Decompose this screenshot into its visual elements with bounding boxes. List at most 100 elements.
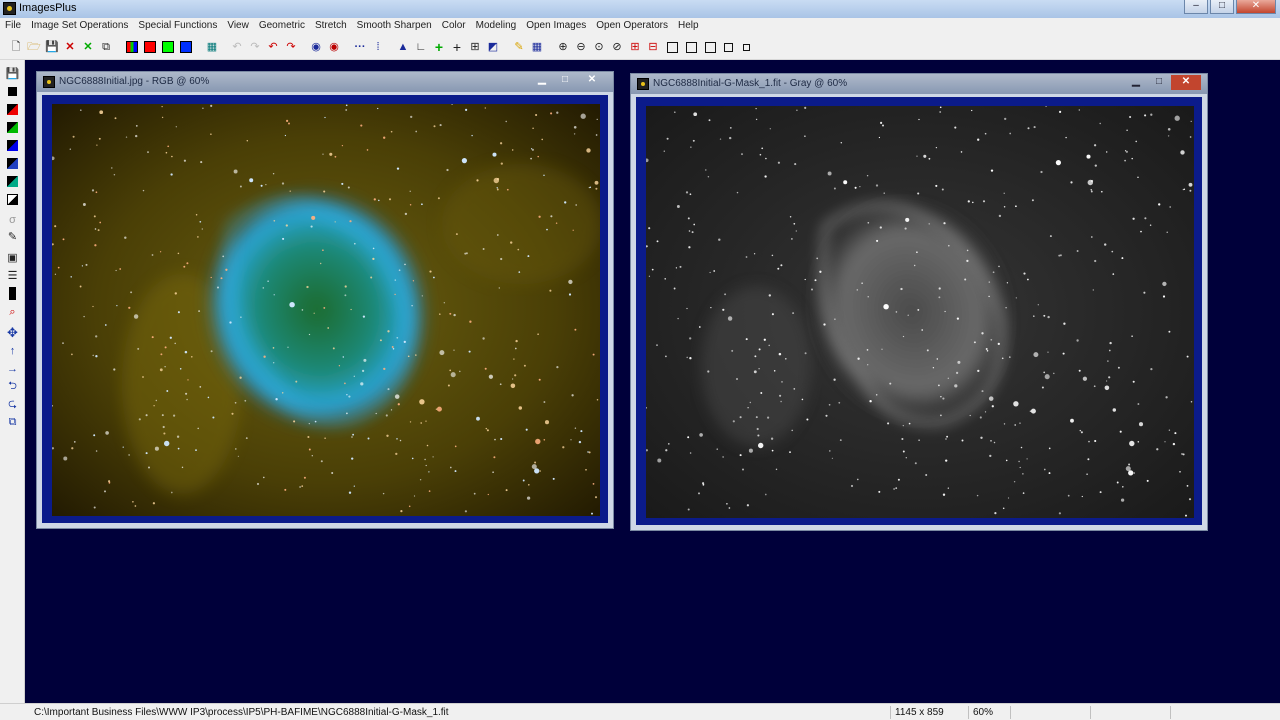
frame-c-icon[interactable]: [702, 39, 718, 55]
status-zoom: 60%: [968, 706, 1010, 719]
fit-icon[interactable]: ⧉: [5, 415, 20, 430]
app-title: ImagesPlus: [19, 2, 77, 14]
window-maximize-button[interactable]: □: [554, 73, 576, 88]
blue-black-icon[interactable]: [5, 138, 20, 153]
window-icon: [637, 78, 649, 90]
window-caption[interactable]: NGC6888Initial-G-Mask_1.fit - Gray @ 60%…: [631, 74, 1207, 94]
status-cell-empty: [1010, 706, 1090, 719]
black-square-icon[interactable]: [5, 84, 20, 99]
save-icon[interactable]: 💾: [44, 39, 60, 55]
frame-e-icon[interactable]: [738, 39, 754, 55]
edit-icon[interactable]: ✎: [5, 229, 20, 244]
open-icon[interactable]: 🗁: [26, 39, 42, 55]
window-minimize-button[interactable]: ▁: [531, 73, 553, 88]
subtract-icon[interactable]: ⊟: [645, 39, 661, 55]
blue-channel-icon[interactable]: [178, 39, 194, 55]
red-channel-icon[interactable]: [142, 39, 158, 55]
zoom-region-icon[interactable]: ⌕: [5, 305, 20, 320]
arrow-right-icon[interactable]: →: [5, 361, 20, 376]
menu-file[interactable]: File: [0, 18, 26, 34]
mdi-workspace: NGC6888Initial.jpg - RGB @ 60% ▁ □ ✕ NGC…: [25, 60, 1280, 703]
table-icon[interactable]: ⊞: [467, 39, 483, 55]
paint-icon[interactable]: ◩: [485, 39, 501, 55]
circle-fill-icon[interactable]: ◉: [326, 39, 342, 55]
angle-icon[interactable]: ∟: [413, 39, 429, 55]
window-icon: [43, 76, 55, 88]
window-title: NGC6888Initial.jpg - RGB @ 60%: [59, 76, 210, 87]
menu-open-images[interactable]: Open Images: [521, 18, 591, 34]
app-icon: [3, 2, 16, 15]
frame-d-icon[interactable]: [720, 39, 736, 55]
menu-open-operators[interactable]: Open Operators: [591, 18, 673, 34]
undo-icon[interactable]: ↶: [229, 39, 245, 55]
blue-square-icon[interactable]: [5, 156, 20, 171]
status-file-path: C:\Important Business Files\WWW IP3\proc…: [34, 707, 449, 718]
menu-special-functions[interactable]: Special Functions: [133, 18, 222, 34]
white-square-icon[interactable]: [5, 192, 20, 207]
status-cell-empty: [1170, 706, 1276, 719]
save-small-icon[interactable]: 💾: [5, 66, 20, 81]
new-icon[interactable]: 🗋: [8, 39, 24, 55]
frame-b-icon[interactable]: [683, 39, 699, 55]
menu-image-set-operations[interactable]: Image Set Operations: [26, 18, 133, 34]
maximize-button[interactable]: □: [1210, 0, 1234, 14]
menu-bar: File Image Set Operations Special Functi…: [0, 18, 1280, 34]
points-icon[interactable]: ⁞: [370, 39, 386, 55]
status-bar: C:\Important Business Files\WWW IP3\proc…: [0, 703, 1280, 720]
window-close-button[interactable]: ✕: [1171, 75, 1201, 90]
close-all-icon[interactable]: ✕: [80, 39, 96, 55]
window-caption[interactable]: NGC6888Initial.jpg - RGB @ 60% ▁ □ ✕: [37, 72, 613, 92]
menu-modeling[interactable]: Modeling: [471, 18, 522, 34]
green-black-icon[interactable]: [5, 120, 20, 135]
menu-geometric[interactable]: Geometric: [254, 18, 310, 34]
triangle-icon[interactable]: ▲: [395, 39, 411, 55]
move-icon[interactable]: ✥: [5, 325, 20, 340]
zoom-out-icon[interactable]: ⊖: [573, 39, 589, 55]
dotted-line-icon[interactable]: ···: [352, 39, 368, 55]
copy-icon[interactable]: ⧉: [98, 39, 114, 55]
image-window-gray[interactable]: NGC6888Initial-G-Mask_1.fit - Gray @ 60%…: [630, 73, 1208, 531]
frame-a-icon[interactable]: [664, 39, 680, 55]
rotate-right-icon[interactable]: ⮎: [5, 397, 20, 412]
circle-select-icon[interactable]: ◉: [308, 39, 324, 55]
arrow-up-icon[interactable]: ↑: [5, 343, 20, 358]
green-channel-icon[interactable]: [160, 39, 176, 55]
minimize-button[interactable]: –: [1184, 0, 1208, 14]
nebula-color-image[interactable]: [52, 104, 600, 516]
crosshair-icon[interactable]: +: [449, 39, 465, 55]
left-toolbar: 💾 σ ✎ ▣ ☰ ⌕ ✥ ↑ → ⮌ ⮎ ⧉: [0, 60, 25, 703]
redo-all-icon[interactable]: ↷: [283, 39, 299, 55]
app-title-bar: ImagesPlus – □ ✕: [0, 0, 1280, 18]
window-maximize-button[interactable]: □: [1148, 75, 1170, 90]
image-window-rgb[interactable]: NGC6888Initial.jpg - RGB @ 60% ▁ □ ✕: [36, 71, 614, 529]
menu-view[interactable]: View: [222, 18, 254, 34]
window-minimize-button[interactable]: ▁: [1125, 75, 1147, 90]
menu-help[interactable]: Help: [673, 18, 704, 34]
main-toolbar: 🗋 🗁 💾 ✕ ✕ ⧉ ▦ ↶ ↷ ↶ ↷ ◉ ◉ ··· ⁞ ▲ ∟ + + …: [0, 34, 1280, 60]
zoom-fit-icon[interactable]: ⊙: [591, 39, 607, 55]
close-button[interactable]: ✕: [1236, 0, 1276, 14]
rgb-channels-icon[interactable]: [124, 39, 140, 55]
list-icon[interactable]: ☰: [5, 268, 20, 283]
grid-icon[interactable]: ▦: [204, 39, 220, 55]
undo-all-icon[interactable]: ↶: [265, 39, 281, 55]
add-icon[interactable]: ⊞: [627, 39, 643, 55]
close-image-icon[interactable]: ✕: [62, 39, 78, 55]
select-box-icon[interactable]: ▣: [5, 250, 20, 265]
menu-color[interactable]: Color: [437, 18, 471, 34]
zoom-reset-icon[interactable]: ⊘: [609, 39, 625, 55]
nebula-gray-image[interactable]: [646, 106, 1194, 518]
menu-smooth-sharpen[interactable]: Smooth Sharpen: [352, 18, 437, 34]
zoom-in-icon[interactable]: ⊕: [555, 39, 571, 55]
window-close-button[interactable]: ✕: [577, 73, 607, 88]
redo-icon[interactable]: ↷: [247, 39, 263, 55]
pencil-icon[interactable]: ✎: [511, 39, 527, 55]
rotate-left-icon[interactable]: ⮌: [5, 379, 20, 394]
red-black-icon[interactable]: [5, 102, 20, 117]
black-bar-icon[interactable]: [5, 286, 20, 301]
menu-stretch[interactable]: Stretch: [310, 18, 352, 34]
link-icon[interactable]: σ: [5, 212, 20, 227]
crosshair-green-icon[interactable]: +: [431, 39, 447, 55]
teal-square-icon[interactable]: [5, 174, 20, 189]
grid-view-icon[interactable]: ▦: [529, 39, 545, 55]
